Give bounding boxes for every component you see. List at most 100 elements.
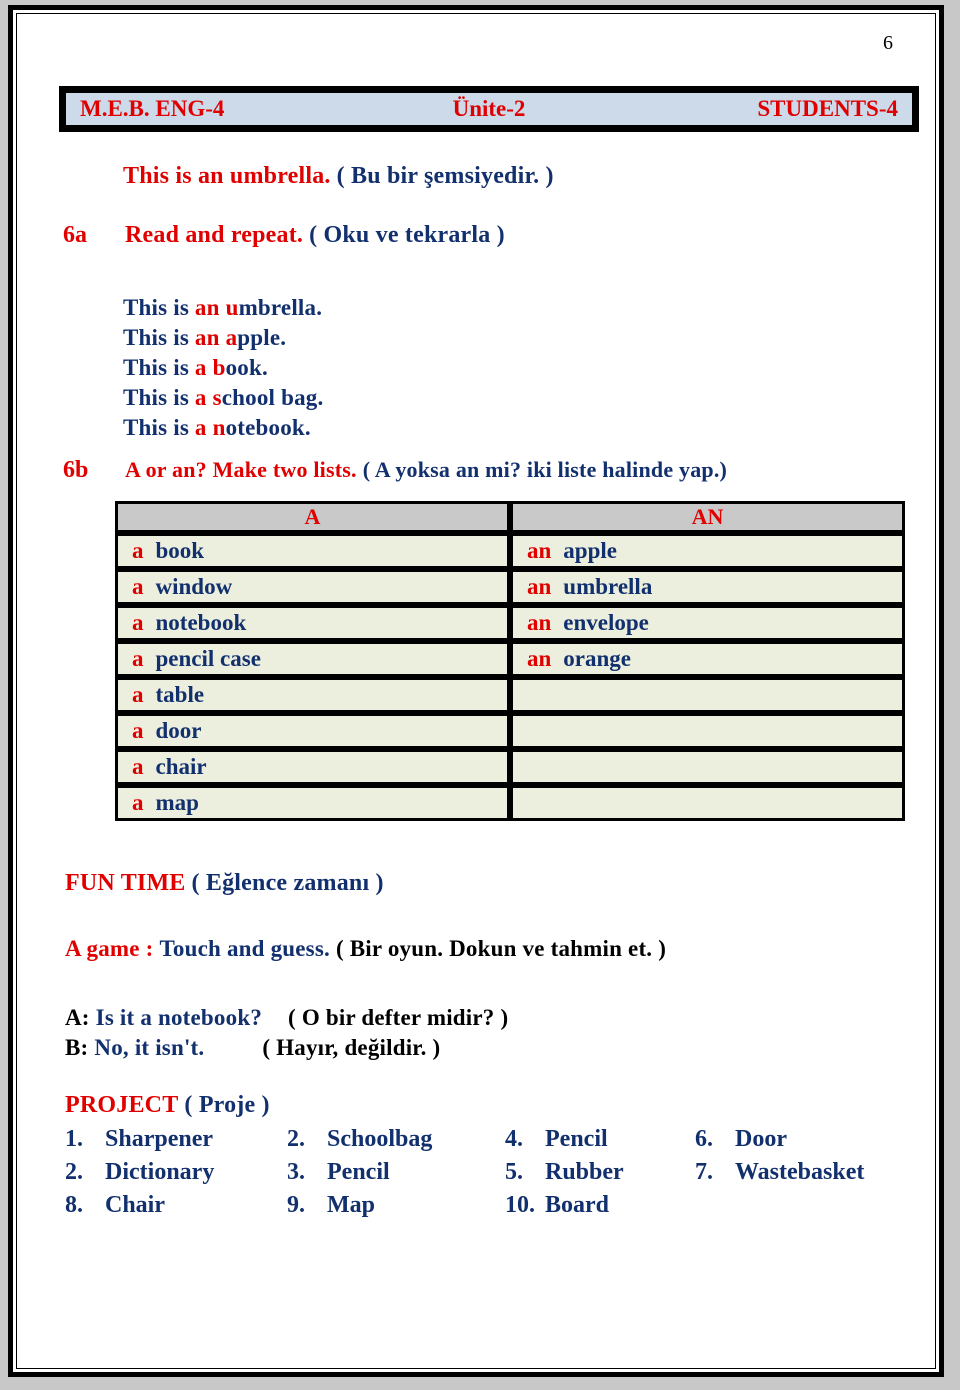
project-item[interactable]: 7. Wastebasket <box>695 1159 895 1186</box>
table-cell-an-8[interactable] <box>510 785 905 821</box>
cell-article: an <box>527 574 552 599</box>
project-item[interactable]: 2. Schoolbag <box>287 1126 505 1153</box>
table-row: a book an apple <box>115 533 905 569</box>
fun-time-title-en: FUN TIME <box>65 870 186 896</box>
cell-article: a <box>132 790 144 815</box>
project-item[interactable]: 9. Map <box>287 1192 505 1219</box>
project-row: 2. Dictionary 3. Pencil 5. Rubber 7. Wasteba… <box>65 1159 895 1192</box>
table-cell-an-6[interactable] <box>510 713 905 749</box>
table-cell-an-7[interactable] <box>510 749 905 785</box>
table-cell-an-4[interactable]: an orange <box>510 641 905 677</box>
project-item[interactable]: 4. Pencil <box>505 1126 695 1153</box>
example-sentence-5: This is a notebook. <box>123 415 311 441</box>
exercise-marker-6a: 6a <box>63 222 87 248</box>
table-cell-a-2[interactable]: a window <box>115 569 510 605</box>
document-header-band: M.E.B. ENG-4 Ünite-2 STUDENTS-4 <box>59 86 919 132</box>
project-item[interactable]: 1. Sharpener <box>65 1126 287 1153</box>
game-line: A game : Touch and guess.( Bir oyun. Doku… <box>65 936 666 962</box>
project-item-label: Map <box>327 1192 375 1218</box>
table-row: a table <box>115 677 905 713</box>
example-sentence-1-article: an u <box>194 295 239 320</box>
dialogue-english-a: Is it a notebook? <box>95 1005 263 1030</box>
project-item[interactable]: 3. Pencil <box>287 1159 505 1186</box>
project-item-label: Door <box>735 1126 787 1152</box>
project-item[interactable]: 10. Board <box>505 1192 695 1219</box>
cell-word: notebook <box>155 610 247 635</box>
cell-article: a <box>132 574 144 599</box>
table-header-a: A <box>115 501 510 533</box>
page-inner-border: 6 M.E.B. ENG-4 Ünite-2 STUDENTS-4 This i… <box>16 13 936 1369</box>
table-row: a pencil case an orange <box>115 641 905 677</box>
header-right-title: STUDENTS-4 <box>757 96 898 121</box>
table-cell-an-1[interactable]: an apple <box>510 533 905 569</box>
project-item-number: 9. <box>287 1192 305 1218</box>
fun-time-heading: FUN TIME( Eğlence zamanı ) <box>65 870 384 897</box>
example-sentence-2: This is an apple. <box>123 325 286 351</box>
table-cell-a-3[interactable]: a notebook <box>115 605 510 641</box>
table-cell-an-3[interactable]: an envelope <box>510 605 905 641</box>
dialogue-turkish-b: ( Hayır, değildir. ) <box>262 1035 441 1060</box>
dialogue-english-b: No, it isn't. <box>94 1035 205 1060</box>
project-item-label: Dictionary <box>105 1159 215 1185</box>
exercise-6a-instruction-tr: ( Oku ve tekrarla ) <box>309 222 505 248</box>
fun-time-title-tr: ( Eğlence zamanı ) <box>191 870 384 896</box>
example-sentence-5-rest: otebook. <box>225 415 311 440</box>
page-frame: 6 M.E.B. ENG-4 Ünite-2 STUDENTS-4 This i… <box>8 5 944 1377</box>
example-sentence-3-rest: ook. <box>225 355 268 380</box>
project-item-label: Wastebasket <box>735 1159 865 1185</box>
cell-article: a <box>132 682 144 707</box>
project-item[interactable]: 5. Rubber <box>505 1159 695 1186</box>
project-item-number: 2. <box>65 1159 83 1185</box>
dialogue-turkish-a: ( O bir defter midir? ) <box>288 1005 509 1030</box>
example-sentence-4-lead: This is <box>123 385 195 410</box>
example-sentence-4: This is a school bag. <box>123 385 323 411</box>
project-word-grid: 1. Sharpener 2. Schoolbag 4. Pencil 6. Door … <box>65 1126 895 1225</box>
cell-article: an <box>527 646 552 671</box>
example-sentence-3-lead: This is <box>123 355 195 380</box>
intro-english: This is an umbrella. <box>123 163 331 189</box>
table-header-row: A AN <box>115 501 905 533</box>
cell-word: pencil case <box>155 646 261 671</box>
example-sentence-2-article: an a <box>194 325 238 350</box>
document-header-band-inner: M.E.B. ENG-4 Ünite-2 STUDENTS-4 <box>66 93 912 125</box>
table-cell-a-6[interactable]: a door <box>115 713 510 749</box>
project-heading: PROJECT( Proje ) <box>65 1092 270 1119</box>
table-row: a chair <box>115 749 905 785</box>
project-item-label: Pencil <box>327 1159 390 1185</box>
cell-word: umbrella <box>563 574 653 599</box>
project-item-number: 1. <box>65 1126 83 1152</box>
table-cell-a-8[interactable]: a map <box>115 785 510 821</box>
example-sentence-5-lead: This is <box>123 415 195 440</box>
dialogue-line-a: A: Is it a notebook? ( O bir defter midir?… <box>65 1005 508 1031</box>
project-title-tr: ( Proje ) <box>184 1092 270 1118</box>
exercise-6a-instruction: Read and repeat.( Oku ve tekrarla ) <box>125 222 505 249</box>
project-item-number: 8. <box>65 1192 83 1218</box>
project-item[interactable]: 2. Dictionary <box>65 1159 287 1186</box>
example-sentence-2-rest: pple. <box>237 325 287 350</box>
table-cell-a-1[interactable]: a book <box>115 533 510 569</box>
cell-word: map <box>155 790 199 815</box>
project-item-label: Board <box>545 1192 610 1218</box>
project-item-label: Chair <box>105 1192 165 1218</box>
cell-word: window <box>155 574 233 599</box>
project-item[interactable]: 8. Chair <box>65 1192 287 1219</box>
table-cell-an-5[interactable] <box>510 677 905 713</box>
dialogue-line-b: B: No, it isn't. ( Hayır, değildir. ) <box>65 1035 440 1061</box>
cell-article: a <box>132 610 144 635</box>
game-text-tr: ( Bir oyun. Dokun ve tahmin et. ) <box>335 936 667 961</box>
project-item[interactable]: 6. Door <box>695 1126 895 1153</box>
table-row: a door <box>115 713 905 749</box>
example-sentence-5-article: a n <box>194 415 226 440</box>
exercise-6b-instruction-tr: ( A yoksa an mi? iki liste halinde yap.) <box>362 457 728 482</box>
intro-line: This is an umbrella.( Bu bir şemsiyedir.… <box>123 163 554 190</box>
cell-word: apple <box>563 538 617 563</box>
table-cell-an-2[interactable]: an umbrella <box>510 569 905 605</box>
project-row: 8. Chair 9. Map 10. Board <box>65 1192 895 1225</box>
game-text-en: Touch and guess. <box>159 936 330 961</box>
example-sentence-2-lead: This is <box>123 325 195 350</box>
table-row: a map <box>115 785 905 821</box>
table-cell-a-7[interactable]: a chair <box>115 749 510 785</box>
table-cell-a-4[interactable]: a pencil case <box>115 641 510 677</box>
table-cell-a-5[interactable]: a table <box>115 677 510 713</box>
example-sentence-3: This is a book. <box>123 355 268 381</box>
